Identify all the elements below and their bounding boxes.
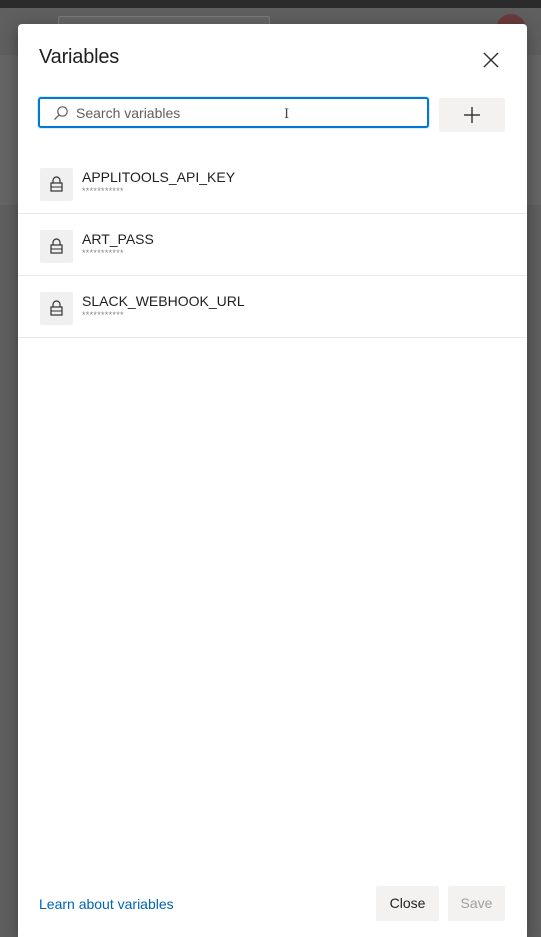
lock-icon	[40, 168, 73, 201]
variable-value: ***********	[82, 310, 124, 320]
search-box[interactable]: I	[38, 97, 429, 128]
variable-value: ***********	[82, 248, 124, 258]
add-variable-button[interactable]	[439, 98, 505, 132]
variables-dialog: Variables I	[18, 24, 527, 937]
variable-row[interactable]: APPLITOOLS_API_KEY ***********	[18, 152, 527, 214]
variable-list: APPLITOOLS_API_KEY *********** ART_PASS …	[18, 152, 527, 338]
dialog-title: Variables	[39, 46, 120, 68]
lock-icon	[40, 230, 73, 263]
lock-icon	[40, 292, 73, 325]
variable-value: ***********	[82, 186, 124, 196]
variable-name: SLACK_WEBHOOK_URL	[82, 293, 245, 309]
variable-name: APPLITOOLS_API_KEY	[82, 169, 236, 185]
close-button[interactable]: Close	[376, 886, 439, 921]
search-icon	[53, 105, 69, 121]
save-button[interactable]: Save	[448, 886, 505, 921]
variable-row[interactable]: SLACK_WEBHOOK_URL ***********	[18, 276, 527, 338]
variable-name: ART_PASS	[82, 231, 154, 247]
close-icon[interactable]	[480, 49, 502, 71]
search-input[interactable]	[76, 102, 416, 124]
plus-icon	[464, 107, 480, 123]
background-top-bar	[0, 0, 541, 8]
text-cursor-icon: I	[284, 107, 290, 122]
variable-row[interactable]: ART_PASS ***********	[18, 214, 527, 276]
learn-about-variables-link[interactable]: Learn about variables	[39, 896, 174, 912]
